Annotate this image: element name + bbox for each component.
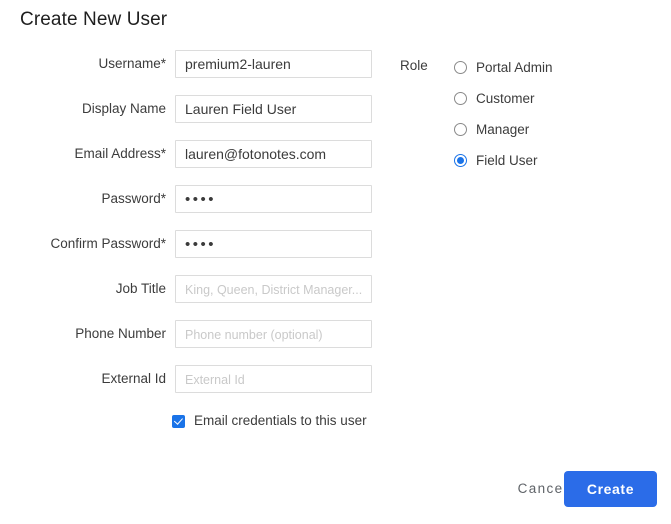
create-new-user-dialog: Create New User Username* Display Name Ema…: [0, 0, 671, 524]
label-username: Username*: [98, 56, 166, 71]
radio-unselected-icon[interactable]: [454, 123, 467, 136]
role-options: Portal Admin Customer Manager Field User: [454, 52, 553, 176]
field-row-phone-number: Phone Number: [0, 315, 671, 360]
input-phone-number[interactable]: [175, 320, 372, 348]
input-username[interactable]: [175, 50, 372, 78]
radio-unselected-icon[interactable]: [454, 61, 467, 74]
dialog-footer: Cancel Create: [0, 471, 671, 507]
label-external-id: External Id: [101, 371, 166, 386]
email-credentials-checkbox[interactable]: Email credentials to this user: [172, 413, 367, 429]
dialog-title: Create New User: [20, 9, 168, 30]
role-option-portal-admin[interactable]: Portal Admin: [454, 52, 553, 83]
label-password: Password*: [101, 191, 166, 206]
field-row-email-address: Email Address*: [0, 135, 671, 180]
field-row-display-name: Display Name: [0, 90, 671, 135]
role-option-label: Field User: [476, 152, 538, 168]
email-credentials-label: Email credentials to this user: [194, 413, 367, 428]
label-confirm-password: Confirm Password*: [50, 236, 166, 251]
role-label: Role: [400, 58, 428, 73]
input-password[interactable]: [175, 185, 372, 213]
checkbox-checked-icon[interactable]: [172, 414, 185, 428]
role-option-label: Customer: [476, 90, 535, 106]
label-display-name: Display Name: [81, 101, 166, 116]
field-row-confirm-password: Confirm Password*: [0, 225, 671, 270]
input-confirm-password[interactable]: [175, 230, 372, 258]
label-job-title: Job Title: [115, 281, 166, 296]
create-button[interactable]: Create: [564, 471, 657, 507]
label-phone-number: Phone Number: [75, 326, 166, 341]
field-row-external-id: External Id: [0, 360, 671, 405]
role-option-manager[interactable]: Manager: [454, 114, 553, 145]
input-email-address[interactable]: [175, 140, 372, 168]
role-option-label: Portal Admin: [476, 59, 553, 75]
field-row-username: Username*: [0, 45, 671, 90]
role-option-field-user[interactable]: Field User: [454, 145, 553, 176]
input-external-id[interactable]: [175, 365, 372, 393]
field-row-job-title: Job Title: [0, 270, 671, 315]
input-job-title[interactable]: [175, 275, 372, 303]
role-option-label: Manager: [476, 121, 530, 137]
radio-selected-icon[interactable]: [454, 154, 467, 167]
radio-unselected-icon[interactable]: [454, 92, 467, 105]
role-option-customer[interactable]: Customer: [454, 83, 553, 114]
user-form: Username* Display Name Email Address* Passw…: [0, 45, 671, 405]
input-display-name[interactable]: [175, 95, 372, 123]
label-email-address: Email Address*: [74, 146, 166, 161]
field-row-password: Password*: [0, 180, 671, 225]
